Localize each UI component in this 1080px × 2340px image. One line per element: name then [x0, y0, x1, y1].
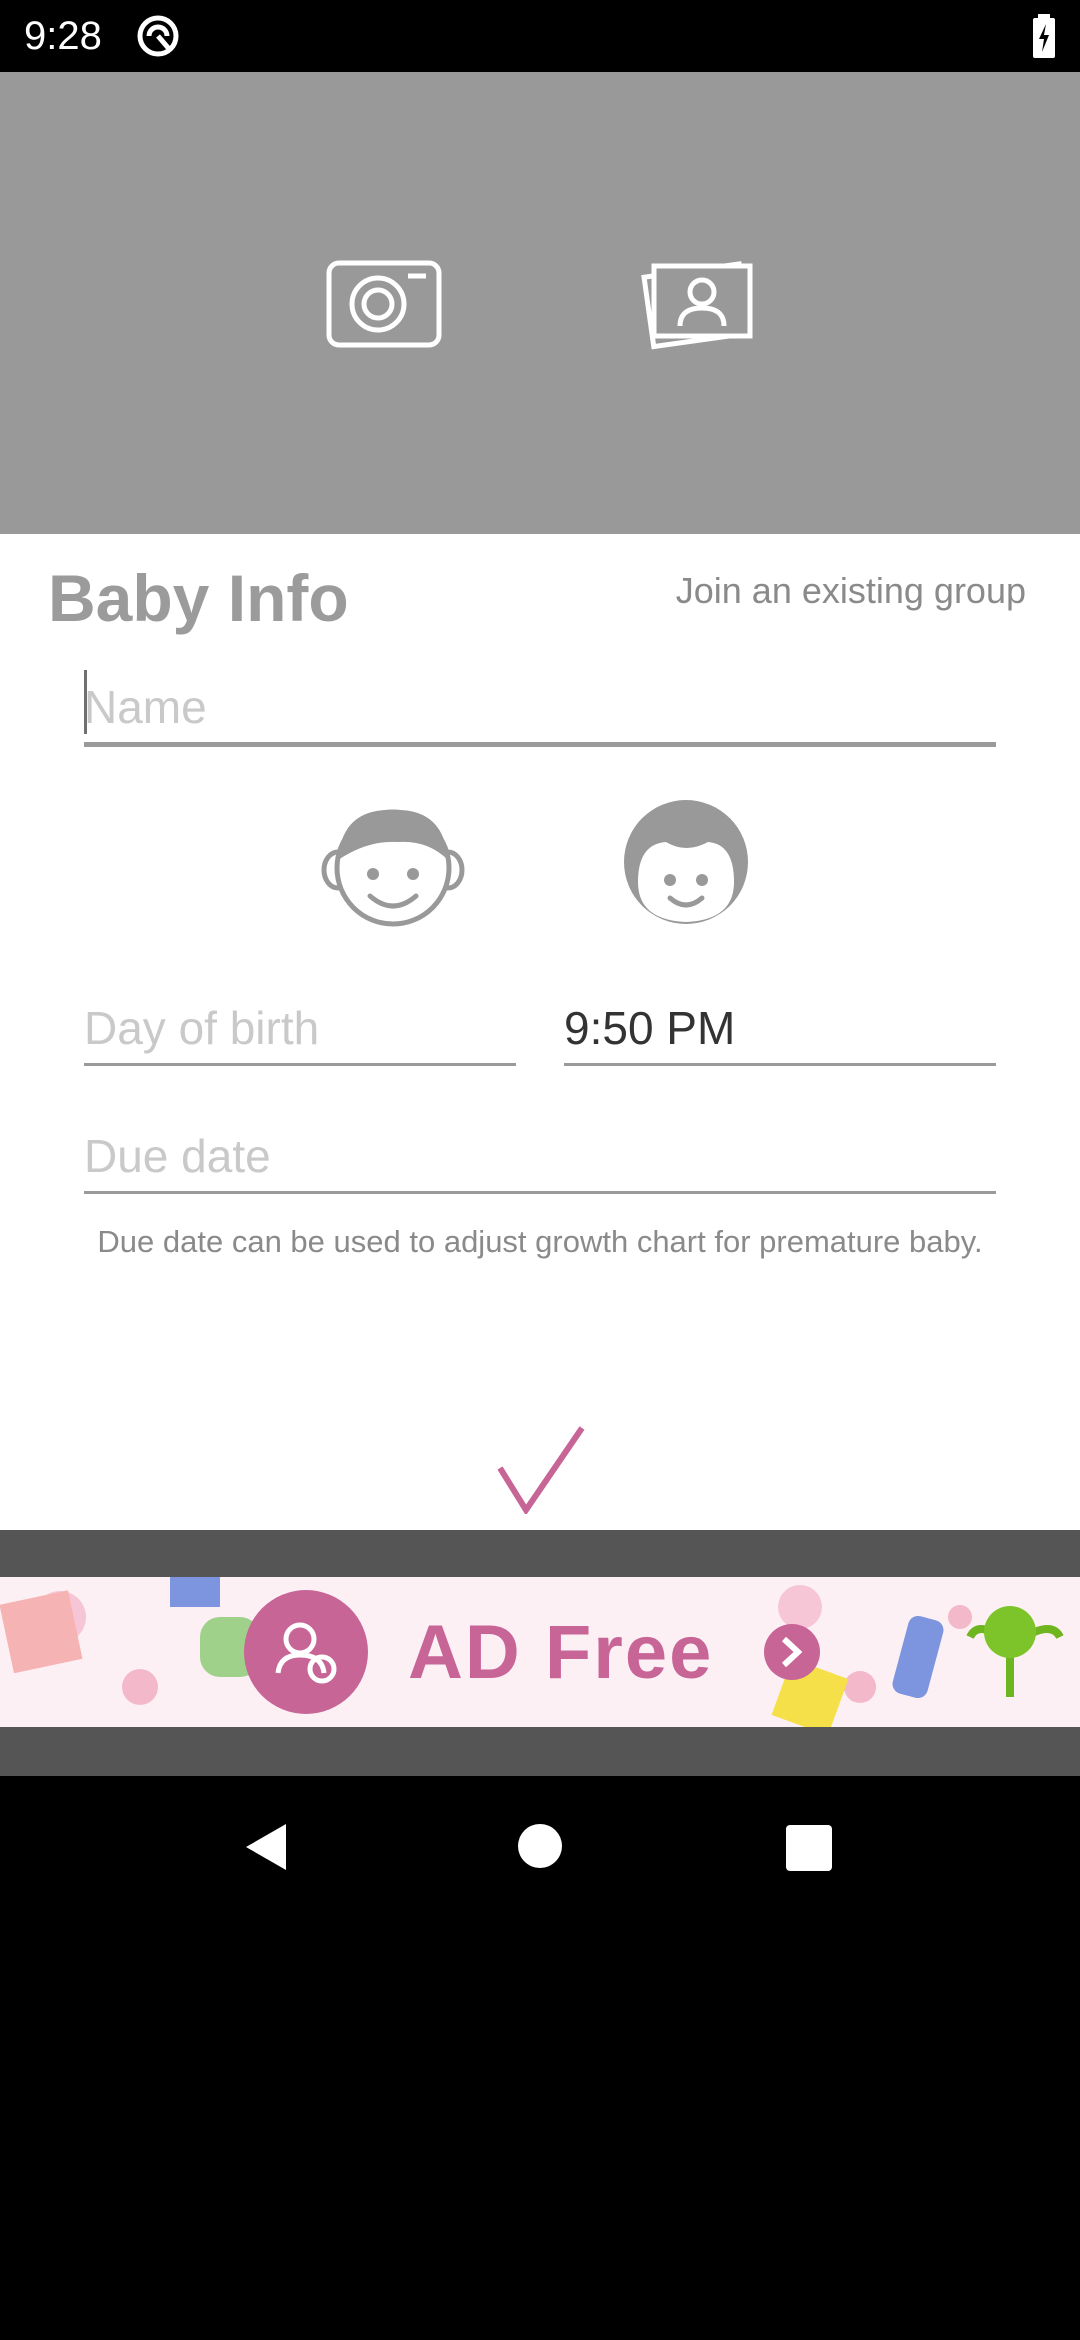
due-date-underline — [84, 1191, 996, 1194]
boy-icon[interactable] — [318, 800, 468, 930]
recent-apps-icon[interactable] — [786, 1825, 832, 1871]
battery-charging-icon — [1033, 14, 1055, 58]
back-icon[interactable] — [242, 1822, 290, 1872]
checkmark-icon[interactable] — [496, 1424, 586, 1514]
camera-icon[interactable] — [326, 258, 442, 350]
due-date-input[interactable] — [84, 1124, 994, 1188]
status-time: 9:28 — [24, 14, 102, 58]
photo-header — [0, 72, 1080, 534]
ad-free-text[interactable]: AD Free — [408, 1608, 713, 1698]
join-group-link[interactable]: Join an existing group — [600, 568, 1026, 614]
girl-icon[interactable] — [616, 798, 756, 932]
day-of-birth-input[interactable] — [84, 996, 514, 1060]
name-underline — [84, 742, 996, 747]
birth-time-input[interactable] — [564, 996, 996, 1060]
name-input[interactable] — [84, 672, 994, 742]
text-cursor — [84, 670, 87, 734]
day-of-birth-underline — [84, 1063, 516, 1066]
section-title: Baby Info — [48, 561, 349, 635]
gallery-icon[interactable] — [640, 252, 756, 352]
due-date-hint: Due date can be used to adjust growth ch… — [97, 1224, 983, 1259]
notification-app-icon — [137, 15, 179, 57]
home-icon[interactable] — [518, 1824, 562, 1868]
birth-time-underline — [564, 1063, 996, 1066]
